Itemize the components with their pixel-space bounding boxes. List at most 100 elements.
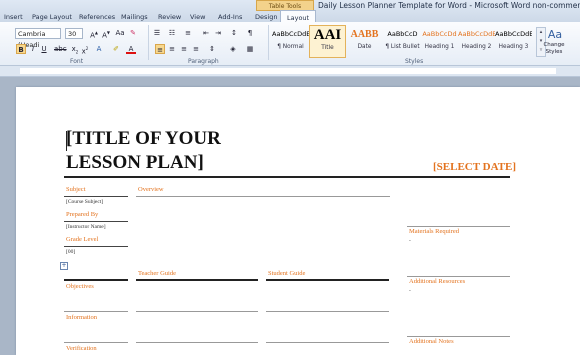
- divider: [266, 342, 389, 343]
- student-guide-label: Student Guide: [268, 270, 306, 277]
- divider: [407, 226, 510, 227]
- superscript-icon[interactable]: x2: [80, 44, 90, 55]
- additional-resources-value[interactable]: -: [409, 288, 411, 294]
- styles-group-label: Styles: [405, 58, 424, 65]
- divider: [407, 276, 510, 277]
- tab-view[interactable]: View: [190, 13, 205, 21]
- divider: [266, 311, 389, 312]
- style-preview: AaBbCcDd: [422, 30, 457, 38]
- clear-format-icon[interactable]: ✎: [128, 28, 138, 38]
- change-case-icon[interactable]: Aa: [115, 28, 125, 38]
- materials-value[interactable]: -: [409, 238, 411, 244]
- strikethrough-icon[interactable]: abc: [54, 44, 67, 54]
- numbering-icon[interactable]: ☷: [167, 28, 177, 38]
- additional-notes-label: Additional Notes: [409, 338, 454, 345]
- divider: [136, 279, 258, 281]
- text-cursor: [66, 131, 67, 151]
- highlight-icon[interactable]: ✐: [111, 44, 121, 54]
- decrease-indent-icon[interactable]: ⇤: [201, 28, 211, 38]
- text-effects-icon[interactable]: A: [94, 44, 104, 54]
- materials-required-label: Materials Required: [409, 228, 459, 235]
- line-spacing-icon[interactable]: ⇕: [207, 44, 217, 54]
- style-preview: AABB: [350, 29, 379, 40]
- style-name: ¶ List Bullet: [385, 44, 420, 50]
- divider: [64, 246, 128, 247]
- teacher-guide-label: Teacher Guide: [138, 270, 176, 277]
- style-preview: AaBbCcDdE: [272, 30, 309, 38]
- prepared-by-value[interactable]: [Instructor Name]: [66, 224, 106, 230]
- style-heading-2[interactable]: AaBbCcDdE Heading 2: [458, 25, 495, 58]
- style-name: Heading 3: [498, 44, 529, 50]
- style-date[interactable]: AABB Date: [346, 25, 383, 58]
- bold-button[interactable]: B: [16, 44, 26, 54]
- style-list-bullet[interactable]: AaBbCcD ¶ List Bullet: [384, 25, 421, 58]
- style-title[interactable]: AAI Title: [309, 25, 346, 58]
- align-center-icon[interactable]: ≡: [167, 44, 177, 54]
- font-size-combo[interactable]: 30: [65, 28, 83, 39]
- align-left-icon[interactable]: ≡: [155, 44, 165, 54]
- grade-level-value[interactable]: [00]: [66, 249, 75, 255]
- additional-resources-label: Additional Resources: [409, 278, 466, 285]
- objectives-label: Objectives: [66, 283, 94, 290]
- ribbon-divider: [268, 25, 269, 60]
- style-name: Date: [357, 44, 372, 50]
- tab-add-ins[interactable]: Add-Ins: [218, 13, 242, 21]
- title-divider: [64, 176, 510, 178]
- overview-label: Overview: [138, 186, 164, 193]
- multilevel-list-icon[interactable]: ≡: [183, 28, 193, 38]
- divider: [136, 311, 258, 312]
- shrink-font-icon[interactable]: A▼: [101, 28, 111, 39]
- table-move-handle-icon[interactable]: +: [60, 262, 68, 270]
- style-name: Title: [321, 45, 334, 51]
- divider: [136, 342, 258, 343]
- style-preview: AaBbCcDdE: [458, 30, 495, 38]
- divider: [64, 342, 128, 343]
- tab-design[interactable]: Design: [255, 13, 277, 21]
- change-styles-icon[interactable]: Aa: [544, 28, 566, 41]
- sort-icon[interactable]: ↕: [229, 28, 239, 38]
- divider: [64, 279, 128, 281]
- lesson-title[interactable]: [TITLE OF YOUR LESSON PLAN]: [66, 127, 221, 175]
- paragraph-group-label: Paragraph: [188, 58, 219, 65]
- tab-insert[interactable]: Insert: [4, 13, 23, 21]
- ribbon-divider: [148, 25, 149, 60]
- tab-page-layout[interactable]: Page Layout: [32, 13, 72, 21]
- bullets-icon[interactable]: ☰: [152, 28, 162, 38]
- grow-font-icon[interactable]: A▲: [89, 28, 99, 39]
- prepared-by-label: Prepared By: [66, 211, 99, 218]
- style-preview: AaBbCcD: [387, 30, 418, 38]
- change-styles-button[interactable]: Change Styles: [540, 42, 568, 56]
- divider: [266, 279, 389, 281]
- subject-value[interactable]: [Course Subject]: [66, 199, 103, 205]
- information-label: Information: [66, 314, 98, 321]
- show-marks-icon[interactable]: ¶: [245, 28, 255, 38]
- shading-icon[interactable]: ◈: [228, 44, 238, 54]
- grade-level-label: Grade Level: [66, 236, 99, 243]
- style-preview: AAI: [313, 27, 342, 43]
- font-group-label: Font: [70, 58, 84, 65]
- divider: [64, 196, 128, 197]
- ruler-text-area: [20, 68, 556, 74]
- tab-review[interactable]: Review: [158, 13, 181, 21]
- font-color-icon[interactable]: A: [126, 44, 136, 54]
- title-line-1: [TITLE OF YOUR: [66, 128, 221, 149]
- increase-indent-icon[interactable]: ⇥: [213, 28, 223, 38]
- style-heading-3[interactable]: AaBbCcDdE Heading 3: [495, 25, 532, 58]
- window-title: Daily Lesson Planner Template for Word -…: [318, 1, 580, 10]
- divider: [136, 196, 390, 197]
- subscript-icon[interactable]: x2: [70, 44, 80, 54]
- align-right-icon[interactable]: ≡: [179, 44, 189, 54]
- subject-label: Subject: [66, 186, 86, 193]
- divider: [64, 311, 128, 312]
- justify-icon[interactable]: ≡: [191, 44, 201, 54]
- select-date[interactable]: [SELECT DATE]: [433, 161, 516, 173]
- tab-references[interactable]: References: [79, 13, 115, 21]
- underline-button[interactable]: U: [39, 44, 49, 54]
- italic-button[interactable]: I: [28, 44, 38, 54]
- borders-icon[interactable]: ▦: [245, 44, 255, 54]
- style-heading-1[interactable]: AaBbCcDd Heading 1: [421, 25, 458, 58]
- style-name: Heading 2: [461, 44, 492, 50]
- tab-mailings[interactable]: Mailings: [121, 13, 148, 21]
- style-normal[interactable]: AaBbCcDdE ¶ Normal: [272, 25, 309, 58]
- font-name-combo[interactable]: Cambria (Headi: [15, 28, 61, 49]
